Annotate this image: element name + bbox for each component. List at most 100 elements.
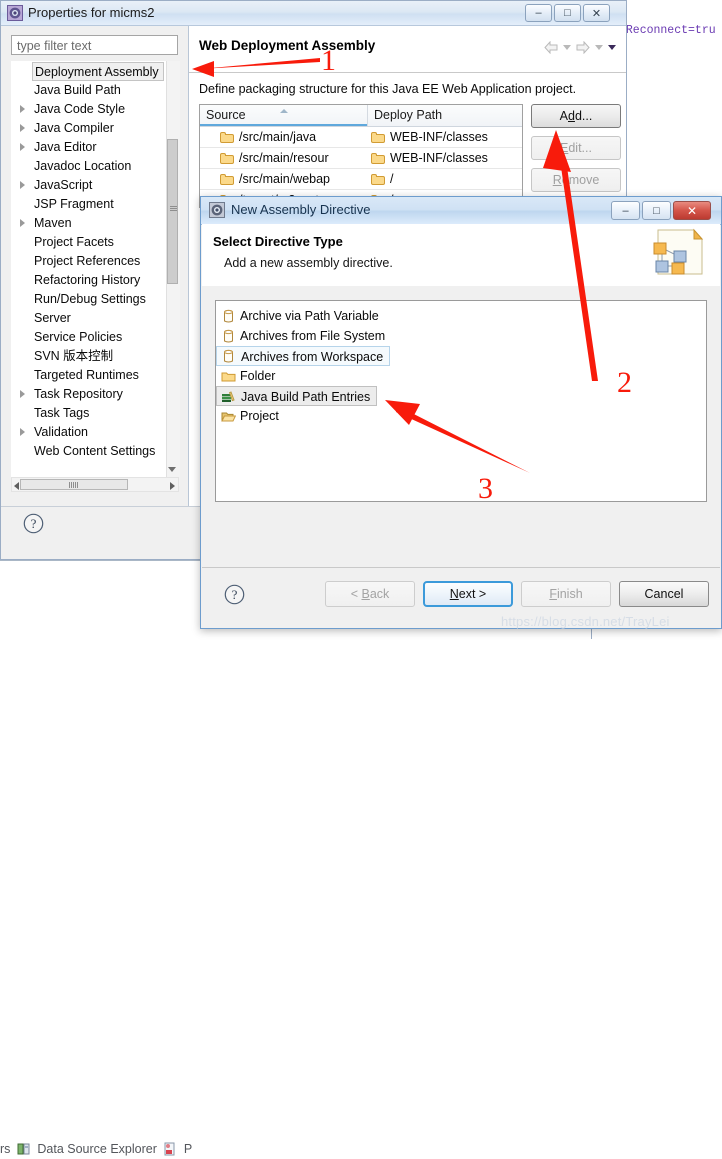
tree-item-label: Task Repository xyxy=(34,387,123,401)
close-button[interactable]: ✕ xyxy=(583,4,610,22)
tree-item-java-code-style[interactable]: Java Code Style xyxy=(12,100,177,119)
scroll-left-arrow-icon[interactable] xyxy=(14,482,19,490)
wizard-minimize-button[interactable]: – xyxy=(611,201,640,220)
tree-horizontal-scrollbar-thumb[interactable] xyxy=(20,479,128,490)
tree-item-deployment-assembly[interactable]: Deployment Assembly xyxy=(12,62,177,81)
wizard-titlebar[interactable]: New Assembly Directive – □ ✕ xyxy=(201,197,721,225)
assembly-table[interactable]: Source Deploy Path /src/main/java WEB-INF… xyxy=(199,104,523,208)
filter-input[interactable]: type filter text xyxy=(11,35,178,55)
directive-type-list[interactable]: Archive via Path Variable Archives from F… xyxy=(215,300,707,502)
tree-item-run-debug-settings[interactable]: Run/Debug Settings xyxy=(12,290,177,309)
annotation-number-2: 2 xyxy=(617,366,632,399)
folder-icon xyxy=(220,153,235,165)
maximize-icon: □ xyxy=(653,204,660,217)
tree-item-maven[interactable]: Maven xyxy=(12,214,177,233)
chevron-right-icon[interactable] xyxy=(20,428,25,436)
wizard-maximize-button[interactable]: □ xyxy=(642,201,671,220)
page-navigation-controls[interactable] xyxy=(544,38,616,56)
list-item-label: Java Build Path Entries xyxy=(216,386,378,406)
tree-item-label: Java Build Path xyxy=(34,83,121,97)
tree-item-label: Run/Debug Settings xyxy=(34,292,146,306)
annotation-number-3: 3 xyxy=(478,472,493,505)
properties-titlebar[interactable]: Properties for micms2 – □ ✕ xyxy=(1,1,626,26)
properties-dialog-title: Properties for micms2 xyxy=(28,5,155,20)
data-source-explorer-icon xyxy=(17,1142,31,1156)
minimize-icon: – xyxy=(535,7,542,19)
cell-source: /src/main/java xyxy=(220,127,367,147)
help-icon[interactable]: ? xyxy=(224,584,245,605)
forward-arrow-icon[interactable] xyxy=(576,40,590,54)
menu-caret-icon[interactable] xyxy=(608,44,616,50)
tree-item-javascript[interactable]: JavaScript xyxy=(12,176,177,195)
add-button[interactable]: Add... xyxy=(531,104,621,128)
column-header-deploy-path[interactable]: Deploy Path xyxy=(367,105,522,126)
chevron-right-icon[interactable] xyxy=(20,390,25,398)
back-dropdown-caret-icon[interactable] xyxy=(563,44,571,50)
maximize-button[interactable]: □ xyxy=(554,4,581,22)
cell-source-text: /src/main/java xyxy=(239,130,317,144)
list-item-folder[interactable]: Folder xyxy=(216,366,706,386)
wizard-close-button[interactable]: ✕ xyxy=(673,201,711,220)
tree-item-validation[interactable]: Validation xyxy=(12,423,177,442)
tree-item-task-repository[interactable]: Task Repository xyxy=(12,385,177,404)
edit-button-label: Edit... xyxy=(560,141,592,155)
help-icon[interactable]: ? xyxy=(23,513,44,534)
scroll-down-arrow-icon[interactable] xyxy=(168,467,176,472)
preferences-tree[interactable]: Deployment Assembly Java Build Path Java C… xyxy=(11,61,178,486)
tree-item-java-editor[interactable]: Java Editor xyxy=(12,138,177,157)
forward-dropdown-caret-icon[interactable] xyxy=(595,44,603,50)
scroll-right-arrow-icon[interactable] xyxy=(170,482,175,490)
remove-button: Remove xyxy=(531,168,621,192)
table-header-row: Source Deploy Path xyxy=(200,105,522,127)
table-row[interactable]: /src/main/resour WEB-INF/classes xyxy=(200,148,522,169)
back-arrow-icon[interactable] xyxy=(544,40,558,54)
tree-item-label: Project References xyxy=(34,254,141,268)
back-button-label: < Back xyxy=(350,587,390,601)
list-item-archives-from-workspace[interactable]: Archives from Workspace xyxy=(216,346,706,366)
tree-item-task-tags[interactable]: Task Tags xyxy=(12,404,177,423)
next-button[interactable]: Next > xyxy=(423,581,513,607)
table-row[interactable]: /src/main/java WEB-INF/classes xyxy=(200,127,522,148)
list-item-archives-from-file-system[interactable]: Archives from File System xyxy=(216,326,706,346)
new-document-diagram-icon xyxy=(638,226,712,284)
chevron-right-icon[interactable] xyxy=(20,143,25,151)
tree-vertical-scrollbar-thumb[interactable] xyxy=(167,139,178,284)
tree-item-java-build-path[interactable]: Java Build Path xyxy=(12,81,177,100)
minimize-button[interactable]: – xyxy=(525,4,552,22)
list-item-label: Archives from Workspace xyxy=(216,346,391,366)
folder-icon xyxy=(371,174,386,186)
tree-item-project-references[interactable]: Project References xyxy=(12,252,177,271)
tree-item-java-compiler[interactable]: Java Compiler xyxy=(12,119,177,138)
cancel-button[interactable]: Cancel xyxy=(619,581,709,607)
tab-left-fragment: rs xyxy=(0,1142,11,1156)
tree-item-service-policies[interactable]: Service Policies xyxy=(12,328,177,347)
tree-item-label: Maven xyxy=(34,216,72,230)
chevron-right-icon[interactable] xyxy=(20,219,25,227)
eclipse-wizard-icon xyxy=(209,202,225,218)
tree-item-web-content-settings[interactable]: Web Content Settings xyxy=(12,442,177,461)
tree-item-label: JavaScript xyxy=(34,178,93,192)
tree-item-project-facets[interactable]: Project Facets xyxy=(12,233,177,252)
tree-item-label: Targeted Runtimes xyxy=(34,368,139,382)
tree-item-targeted-runtimes[interactable]: Targeted Runtimes xyxy=(12,366,177,385)
svg-text:?: ? xyxy=(31,516,37,531)
tree-item-javadoc-location[interactable]: Javadoc Location xyxy=(12,157,177,176)
chevron-right-icon[interactable] xyxy=(20,181,25,189)
list-item-archive-via-path-variable[interactable]: Archive via Path Variable xyxy=(216,306,706,326)
chevron-right-icon[interactable] xyxy=(20,105,25,113)
title-divider xyxy=(189,72,626,73)
tree-item-jsp-fragment[interactable]: JSP Fragment xyxy=(12,195,177,214)
maximize-icon: □ xyxy=(564,7,571,19)
wizard-header-description: Add a new assembly directive. xyxy=(224,256,393,270)
tree-item-label: Web Content Settings xyxy=(34,444,156,458)
list-item-project[interactable]: Project xyxy=(216,406,706,426)
tree-item-svn[interactable]: SVN 版本控制 xyxy=(12,347,177,366)
tab-data-source-explorer[interactable]: rs Data Source Explorer P xyxy=(0,1142,192,1156)
tree-item-refactoring-history[interactable]: Refactoring History xyxy=(12,271,177,290)
list-item-java-build-path-entries[interactable]: Java Build Path Entries xyxy=(216,386,706,406)
close-icon: ✕ xyxy=(686,203,698,218)
chevron-right-icon[interactable] xyxy=(20,124,25,132)
table-row[interactable]: /src/main/webap / xyxy=(200,169,522,190)
tree-item-label: Service Policies xyxy=(34,330,123,344)
tree-item-server[interactable]: Server xyxy=(12,309,177,328)
